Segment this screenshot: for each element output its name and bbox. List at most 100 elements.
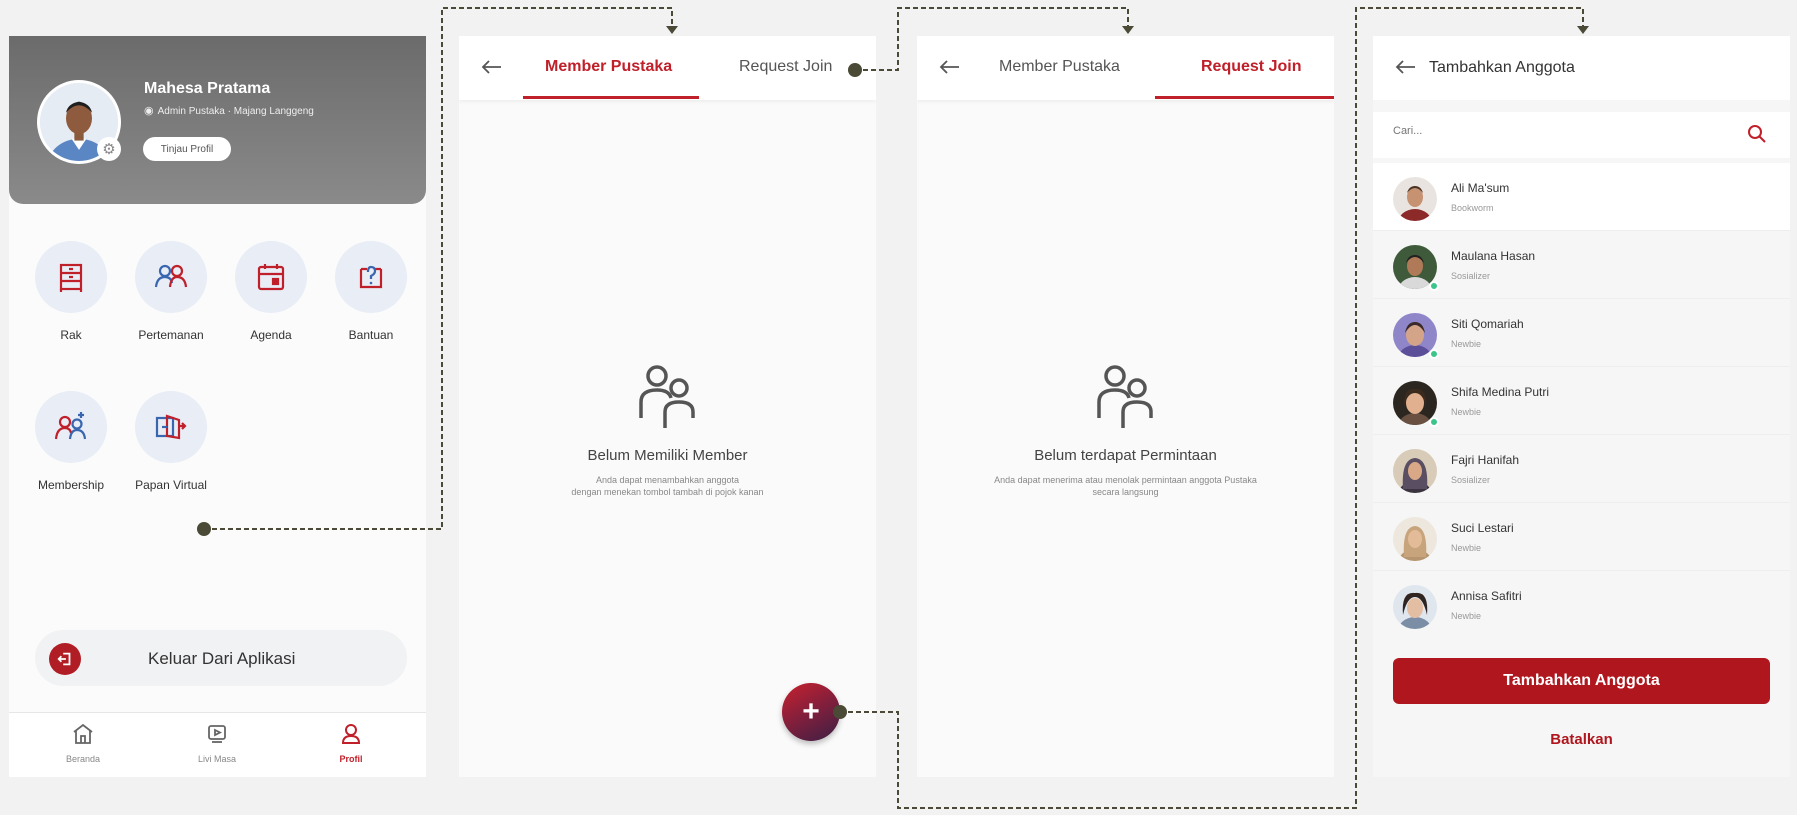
menu-item-papan-virtual[interactable]: Papan Virtual: [123, 391, 219, 492]
connector-arrow: [1122, 26, 1134, 34]
connector-arrow: [666, 26, 678, 34]
menu-item-agenda[interactable]: Agenda: [223, 241, 319, 342]
nav-label: Livi Masa: [197, 754, 236, 764]
empty-title: Belum Memiliki Member: [587, 447, 748, 464]
profile-role-text: Admin Pustaka · Majang Langgeng: [157, 106, 314, 117]
empty-description-line: dengan menekan tombol tambah di pojok ka…: [571, 487, 764, 497]
user-avatar: [1393, 177, 1437, 221]
tab-underline: [523, 96, 699, 99]
menu-circle: [35, 391, 107, 463]
virtual-board-icon: [155, 414, 187, 440]
menu-item-bantuan[interactable]: Bantuan: [323, 241, 419, 342]
nav-label: Profil: [339, 754, 363, 764]
add-member-button[interactable]: Tambahkan Anggota: [1393, 658, 1770, 704]
menu-item-membership[interactable]: Membership: [23, 391, 119, 492]
menu-label: Papan Virtual: [135, 478, 207, 492]
tab-request-join[interactable]: Request Join: [1201, 58, 1301, 76]
online-indicator: [1429, 349, 1439, 359]
user-avatar: [1393, 517, 1437, 561]
profile-header: ⚙ Mahesa Pratama ◉ Admin Pustaka · Majang…: [9, 36, 426, 204]
profile-role: ◉ Admin Pustaka · Majang Langgeng: [144, 104, 314, 117]
friends-icon: [154, 264, 188, 288]
menu-circle: [335, 241, 407, 313]
user-name: Annisa Safitri: [1451, 589, 1522, 603]
user-row[interactable]: Fajri Hanifah Sosializer: [1373, 435, 1790, 503]
online-indicator: [1429, 417, 1439, 427]
menu-item-rak[interactable]: Rak: [23, 241, 119, 342]
empty-description-line: secara langsung: [1092, 487, 1159, 497]
canvas: ⚙ Mahesa Pratama ◉ Admin Pustaka · Majang…: [0, 0, 1797, 815]
globe-icon: ◉: [144, 105, 154, 117]
add-member-fab[interactable]: +: [782, 683, 840, 741]
nav-label: Beranda: [65, 754, 101, 764]
help-icon: [359, 265, 383, 289]
user-name: Ali Ma'sum: [1451, 181, 1510, 195]
logout-button[interactable]: Keluar Dari Aplikasi: [35, 630, 407, 686]
tab-member-pustaka[interactable]: Member Pustaka: [999, 58, 1120, 76]
profile-name: Mahesa Pratama: [144, 80, 271, 97]
view-profile-button[interactable]: Tinjau Profil: [143, 137, 231, 161]
video-icon: [208, 725, 226, 743]
menu-circle: [35, 241, 107, 313]
tab-underline: [1155, 96, 1334, 99]
tab-bar: Member Pustaka Request Join: [917, 36, 1334, 100]
user-name: Fajri Hanifah: [1451, 453, 1520, 467]
user-tag: Newbie: [1451, 407, 1482, 417]
cancel-button[interactable]: Batalkan: [1373, 731, 1790, 748]
search-bar: [1373, 112, 1790, 158]
nav-item-livi-masa[interactable]: Livi Masa: [167, 721, 267, 764]
empty-description: Anda dapat menerima atau menolak permint…: [917, 474, 1334, 498]
nav-item-profil[interactable]: Profil: [301, 721, 401, 764]
empty-description-line: Anda dapat menambahkan anggota: [595, 475, 740, 485]
tab-bar: Member Pustaka Request Join: [459, 36, 876, 100]
connector-arrow: [1577, 26, 1589, 34]
request-join-screen: Member Pustaka Request Join Belum terdap…: [917, 36, 1334, 777]
user-name: Shifa Medina Putri: [1451, 385, 1550, 399]
page-title: Tambahkan Anggota: [1429, 59, 1575, 76]
user-tag: Bookworm: [1451, 203, 1494, 213]
nav-item-beranda[interactable]: Beranda: [33, 721, 133, 764]
bottom-nav: Beranda Livi Masa Profil: [9, 712, 426, 777]
user-tag: Newbie: [1451, 339, 1482, 349]
empty-description-line: Anda dapat menerima atau menolak permint…: [994, 475, 1257, 485]
tab-request-join[interactable]: Request Join: [739, 58, 832, 76]
user-tag: Newbie: [1451, 611, 1482, 621]
menu-item-pertemanan[interactable]: Pertemanan: [123, 241, 219, 342]
profile-icon: [341, 724, 361, 744]
calendar-icon: [257, 264, 285, 291]
user-row[interactable]: Suci Lestari Newbie: [1373, 503, 1790, 571]
user-tag: Sosializer: [1451, 271, 1491, 281]
back-arrow-icon[interactable]: [479, 54, 505, 80]
user-name: Siti Qomariah: [1451, 317, 1524, 331]
logout-icon: [49, 643, 81, 675]
settings-gear-icon[interactable]: ⚙: [97, 137, 121, 161]
back-arrow-icon[interactable]: [1393, 54, 1419, 80]
shelf-icon: [59, 263, 83, 292]
logout-label: Keluar Dari Aplikasi: [148, 649, 296, 668]
back-arrow-icon[interactable]: [937, 54, 963, 80]
user-tag: Sosializer: [1451, 475, 1491, 485]
search-icon[interactable]: [1746, 123, 1768, 145]
search-input[interactable]: [1393, 125, 1693, 137]
user-row[interactable]: Siti Qomariah Newbie: [1373, 299, 1790, 367]
menu-label: Pertemanan: [138, 328, 204, 342]
user-row[interactable]: Maulana Hasan Sosializer: [1373, 231, 1790, 299]
profile-screen: ⚙ Mahesa Pratama ◉ Admin Pustaka · Majang…: [9, 36, 426, 777]
user-name: Suci Lestari: [1451, 521, 1514, 535]
menu-circle: [135, 391, 207, 463]
user-row[interactable]: Ali Ma'sum Bookworm: [1373, 163, 1790, 231]
home-icon: [73, 723, 93, 744]
user-row[interactable]: Annisa Safitri Newbie: [1373, 571, 1790, 639]
empty-state: Belum Memiliki Member Anda dapat menamba…: [459, 356, 876, 498]
user-avatar: [1393, 449, 1437, 493]
menu-circle: [235, 241, 307, 313]
menu-label: Rak: [60, 328, 82, 342]
empty-state: Belum terdapat Permintaan Anda dapat men…: [917, 356, 1334, 498]
menu-label: Agenda: [250, 328, 292, 342]
user-name: Maulana Hasan: [1451, 249, 1536, 263]
members-empty-icon: [1096, 365, 1153, 428]
tab-member-pustaka[interactable]: Member Pustaka: [545, 58, 672, 76]
user-row[interactable]: Shifa Medina Putri Newbie: [1373, 367, 1790, 435]
members-empty-icon: [638, 365, 695, 428]
header: Tambahkan Anggota: [1373, 36, 1790, 100]
